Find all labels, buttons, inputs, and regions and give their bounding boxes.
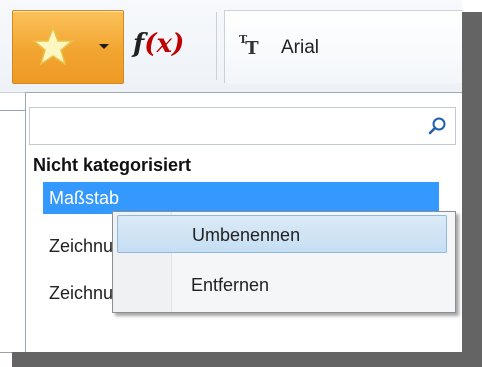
magnifier-icon[interactable]	[427, 116, 447, 136]
font-name-label: Arial	[281, 37, 320, 58]
search-input[interactable]	[29, 107, 456, 145]
toolbar-divider	[216, 12, 217, 80]
star-icon	[31, 25, 75, 66]
formula-x-label: (x)	[144, 29, 185, 59]
favorites-dropdown-button[interactable]	[12, 10, 124, 84]
group-title: Nicht kategorisiert	[33, 155, 192, 175]
chevron-down-icon	[99, 44, 109, 49]
list-item[interactable]: Maßstab	[43, 182, 439, 214]
font-selector[interactable]: TT Arial	[224, 10, 463, 83]
remove-menu-item[interactable]: Entfernen	[117, 266, 447, 304]
font-tt-icon: TT	[239, 33, 259, 59]
window-shadow-right	[462, 12, 482, 367]
formula-button[interactable]: f(x)	[133, 28, 201, 60]
background-divider	[0, 110, 25, 111]
context-menu: Umbenennen Entfernen	[112, 211, 456, 313]
window-shadow-bottom	[12, 352, 482, 367]
formula-f-label: f	[133, 29, 145, 59]
toolbar: f(x) TT Arial	[0, 0, 463, 93]
rename-menu-item[interactable]: Umbenennen	[117, 215, 447, 253]
